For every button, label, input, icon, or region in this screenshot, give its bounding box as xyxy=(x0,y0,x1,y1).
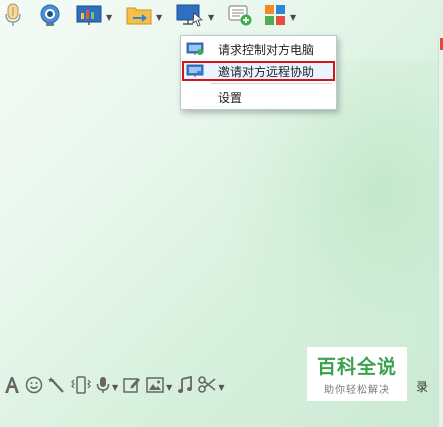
menu-item-label: 邀请对方远程协助 xyxy=(218,64,315,79)
chevron-down-icon: ▼ xyxy=(166,382,173,392)
image-icon xyxy=(146,377,164,397)
font-icon xyxy=(4,376,20,398)
music-note-icon xyxy=(177,375,193,398)
screen-vibrate-button[interactable] xyxy=(71,376,91,398)
music-button[interactable] xyxy=(177,375,193,398)
vibrate-icon xyxy=(71,376,91,398)
font-button[interactable] xyxy=(4,376,20,398)
remote-desktop-icon xyxy=(176,3,204,31)
watermark-title: 百科全说 xyxy=(316,356,397,378)
chevron-down-icon: ▼ xyxy=(156,12,163,22)
message-record-label[interactable]: 录 xyxy=(416,378,428,395)
send-image-button[interactable]: ▼ xyxy=(146,376,172,398)
voice-message-button[interactable]: ▼ xyxy=(96,376,118,398)
apps-grid-icon xyxy=(264,4,286,30)
watermark-logo: 百科全说 助你轻松解决 xyxy=(307,347,407,401)
folder-send-icon xyxy=(126,4,152,30)
microphone-icon xyxy=(96,376,110,398)
top-toolbar: ▼ ▼ ▼ ▼ xyxy=(0,0,443,34)
menu-item-request-control[interactable]: 请求控制对方电脑 xyxy=(182,39,335,59)
monitor-assist-icon xyxy=(186,64,204,78)
chevron-down-icon: ▼ xyxy=(218,382,225,392)
watermark-subtitle: 助你轻松解决 xyxy=(324,385,390,396)
microphone-icon xyxy=(4,3,22,31)
share-screen-button[interactable]: ▼ xyxy=(76,4,112,30)
menu-item-label: 请求控制对方电脑 xyxy=(218,42,315,57)
menu-item-invite-remote-assist[interactable]: 邀请对方远程协助 xyxy=(182,61,335,81)
apps-button[interactable]: ▼ xyxy=(264,4,296,30)
chevron-down-icon: ▼ xyxy=(106,12,113,22)
screenshot-button[interactable]: ▼ xyxy=(198,376,224,398)
create-discussion-button[interactable] xyxy=(227,4,253,30)
magic-expression-button[interactable] xyxy=(48,376,66,398)
monitor-control-icon xyxy=(186,42,204,56)
menu-item-settings[interactable]: 设置 xyxy=(182,87,335,107)
webcam-icon xyxy=(38,3,62,31)
chat-add-icon xyxy=(227,3,253,31)
file-transfer-button[interactable]: ▼ xyxy=(126,4,162,30)
chat-input-toolbar: ▼ ▼ ▼ xyxy=(0,374,300,400)
remote-desktop-button[interactable]: ▼ xyxy=(176,4,214,30)
scissors-icon xyxy=(198,376,216,398)
emoji-button[interactable] xyxy=(25,376,43,398)
pencil-edit-icon xyxy=(123,376,141,398)
menu-separator xyxy=(211,83,332,84)
chevron-down-icon: ▼ xyxy=(208,12,215,22)
smiley-face-icon xyxy=(25,376,43,398)
window-right-edge xyxy=(438,36,443,427)
video-call-button[interactable] xyxy=(38,4,62,30)
edit-button[interactable] xyxy=(123,376,141,398)
voice-call-button[interactable] xyxy=(4,3,22,31)
chevron-down-icon: ▼ xyxy=(112,382,119,392)
chevron-down-icon: ▼ xyxy=(290,12,297,22)
menu-item-label: 设置 xyxy=(218,90,243,105)
remote-assist-dropdown-menu: 请求控制对方电脑 邀请对方远程协助 设置 xyxy=(180,35,337,110)
magic-wand-icon xyxy=(48,376,66,398)
presentation-screen-icon xyxy=(76,4,102,30)
